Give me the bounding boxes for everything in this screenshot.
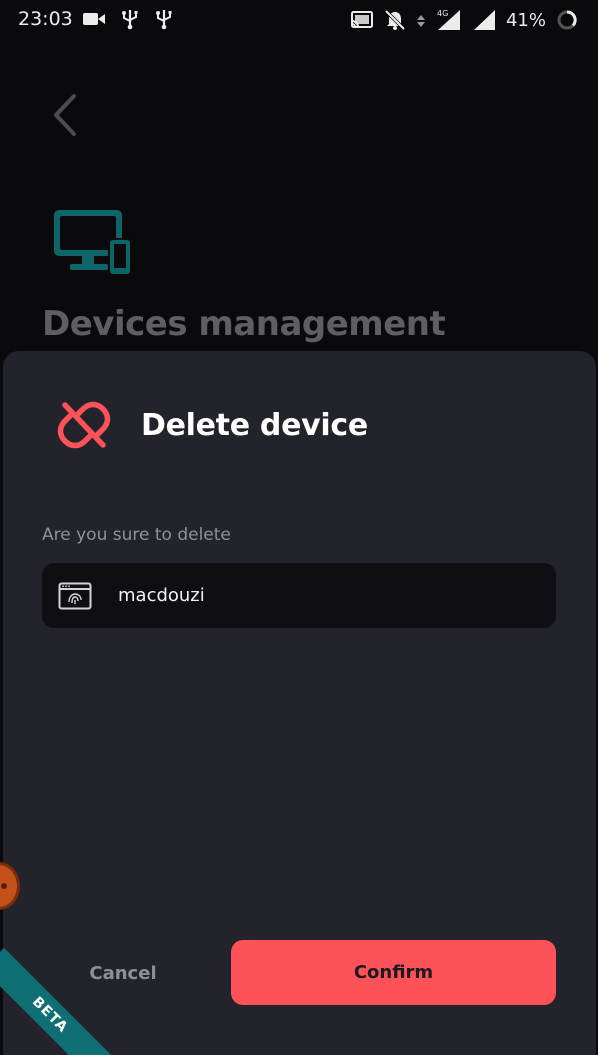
battery-percent: 41% [505,9,546,31]
cancel-button[interactable]: Cancel [43,941,203,1006]
handle-dot [1,883,7,889]
page-title: Devices management [42,304,446,344]
app-screen: 23:03 4G 41% Devices management Delete d… [0,0,598,1055]
unlink-icon [57,401,111,449]
browser-fingerprint-icon [58,582,92,609]
status-left-icons [82,8,174,30]
sheet-title: Delete device [141,407,368,443]
delete-prompt: Are you sure to delete [42,525,231,545]
back-button[interactable] [48,88,88,142]
status-right-icons: 4G 41% [350,8,578,32]
status-bar: 23:03 4G 41% [0,0,598,40]
cast-icon [350,11,373,28]
device-name: macdouzi [118,585,205,606]
signal-icon [473,10,495,30]
video-camera-icon [83,13,105,25]
usb-icon [122,10,138,30]
notifications-off-icon [384,9,406,31]
devices-icon [54,210,132,276]
sheet-header: Delete device [55,397,368,453]
signal-icon: 4G [437,9,460,30]
network-type-label: 4G [437,9,448,18]
chevron-left-icon [54,94,76,136]
device-card: macdouzi [42,563,556,628]
status-time: 23:03 [18,8,73,30]
battery-ring-icon [557,10,577,30]
data-arrows-icon [416,15,425,27]
usb-icon [156,10,172,30]
confirm-button[interactable]: Confirm [231,940,556,1005]
delete-device-sheet: Delete device Are you sure to delete mac… [3,351,596,1055]
